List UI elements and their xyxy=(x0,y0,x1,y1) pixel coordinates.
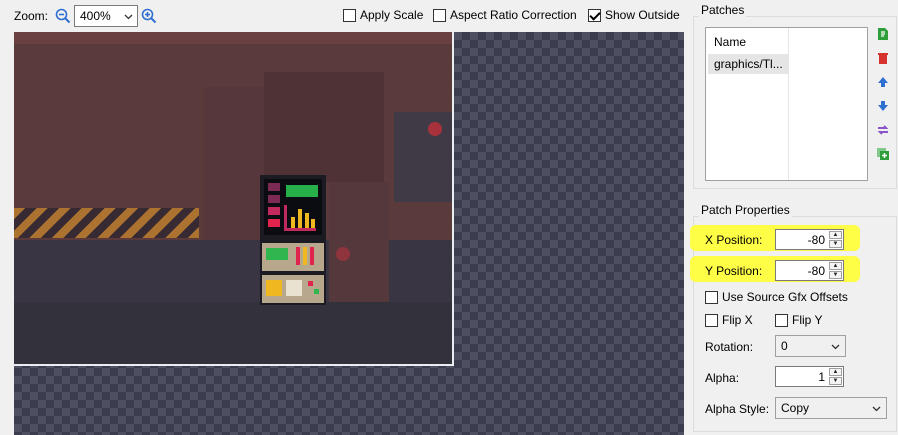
show-outside-box[interactable] xyxy=(588,8,601,22)
spin-up-icon[interactable]: ▲ xyxy=(829,368,842,376)
column-divider xyxy=(788,28,789,180)
zoom-out-icon[interactable] xyxy=(55,8,71,24)
rotation-select[interactable]: 0 xyxy=(775,335,846,357)
chevron-down-icon xyxy=(831,340,840,354)
y-position-value[interactable]: -80 xyxy=(808,264,825,278)
apply-scale-checkbox[interactable]: Apply Scale xyxy=(343,8,423,22)
swap-patches-icon[interactable] xyxy=(876,123,890,137)
patch-properties-title: Patch Properties xyxy=(699,203,792,217)
use-source-offsets-box[interactable] xyxy=(705,290,718,304)
alpha-style-select[interactable]: Copy xyxy=(775,397,887,419)
duplicate-patch-icon[interactable] xyxy=(876,147,890,161)
red-light xyxy=(336,247,350,261)
move-down-icon[interactable] xyxy=(876,99,890,113)
y-position-spinbox[interactable]: -80 ▲ ▼ xyxy=(775,260,844,281)
show-outside-checkbox[interactable]: Show Outside xyxy=(588,8,680,22)
apply-scale-box[interactable] xyxy=(343,8,356,22)
delete-patch-icon[interactable] xyxy=(876,51,890,65)
zoom-select[interactable]: 400% xyxy=(74,5,138,27)
console-buttons xyxy=(262,275,324,303)
console-screen xyxy=(264,179,322,235)
spin-down-icon[interactable]: ▼ xyxy=(829,240,842,248)
alpha-spinbox[interactable]: 1 ▲ ▼ xyxy=(775,366,844,387)
zoom-label: Zoom: xyxy=(14,9,49,23)
spin-down-icon[interactable]: ▼ xyxy=(829,271,842,279)
texture-graphic[interactable] xyxy=(14,32,454,366)
alpha-label: Alpha: xyxy=(705,371,740,385)
show-outside-label: Show Outside xyxy=(605,8,680,22)
wall-panel xyxy=(264,72,384,182)
texture-canvas[interactable] xyxy=(14,32,684,435)
use-source-offsets-checkbox[interactable]: Use Source Gfx Offsets xyxy=(705,290,848,304)
side-panel xyxy=(329,182,389,302)
list-item[interactable]: graphics/Tl... xyxy=(708,54,788,74)
patches-list[interactable]: Name graphics/Tl... xyxy=(705,27,868,181)
x-position-value[interactable]: -80 xyxy=(808,233,825,247)
apply-scale-label: Apply Scale xyxy=(360,8,424,22)
x-position-label: X Position: xyxy=(705,233,763,247)
flip-x-checkbox[interactable]: Flip X xyxy=(705,313,753,327)
aspect-ratio-box[interactable] xyxy=(433,8,446,22)
spin-up-icon[interactable]: ▲ xyxy=(829,231,842,239)
flip-x-label: Flip X xyxy=(722,313,753,327)
flip-y-checkbox[interactable]: Flip Y xyxy=(775,313,822,327)
computer-console-patch[interactable] xyxy=(260,175,326,305)
red-light xyxy=(428,122,442,136)
hazard-stripes xyxy=(14,208,199,238)
alpha-style-label: Alpha Style: xyxy=(705,402,770,416)
patches-title: Patches xyxy=(699,3,747,17)
column-header-name[interactable]: Name xyxy=(714,35,746,49)
toolbar: Zoom: 400% Apply Scale Aspect Ratio Corr… xyxy=(0,0,690,32)
move-up-icon[interactable] xyxy=(876,75,890,89)
x-position-spinbox[interactable]: -80 ▲ ▼ xyxy=(775,229,844,250)
flip-y-box[interactable] xyxy=(775,313,788,327)
wall-band xyxy=(14,32,452,44)
use-source-offsets-label: Use Source Gfx Offsets xyxy=(722,290,848,304)
alpha-value[interactable]: 1 xyxy=(818,370,825,384)
wall-machine xyxy=(394,112,452,202)
aspect-ratio-checkbox[interactable]: Aspect Ratio Correction xyxy=(433,8,577,22)
spin-up-icon[interactable]: ▲ xyxy=(829,262,842,270)
rotation-label: Rotation: xyxy=(705,340,754,354)
flip-x-box[interactable] xyxy=(705,313,718,327)
chevron-down-icon xyxy=(872,402,881,416)
y-position-label: Y Position: xyxy=(705,264,763,278)
alpha-style-value: Copy xyxy=(781,401,810,415)
new-patch-icon[interactable] xyxy=(876,27,890,41)
console-keypad xyxy=(262,243,324,271)
zoom-value: 400% xyxy=(80,9,111,23)
chevron-down-icon xyxy=(124,10,133,24)
flip-y-label: Flip Y xyxy=(792,313,823,327)
aspect-ratio-label: Aspect Ratio Correction xyxy=(450,8,577,22)
rotation-value: 0 xyxy=(781,339,788,353)
floor-shadow xyxy=(14,302,452,364)
zoom-in-icon[interactable] xyxy=(141,8,157,24)
spin-down-icon[interactable]: ▼ xyxy=(829,377,842,385)
